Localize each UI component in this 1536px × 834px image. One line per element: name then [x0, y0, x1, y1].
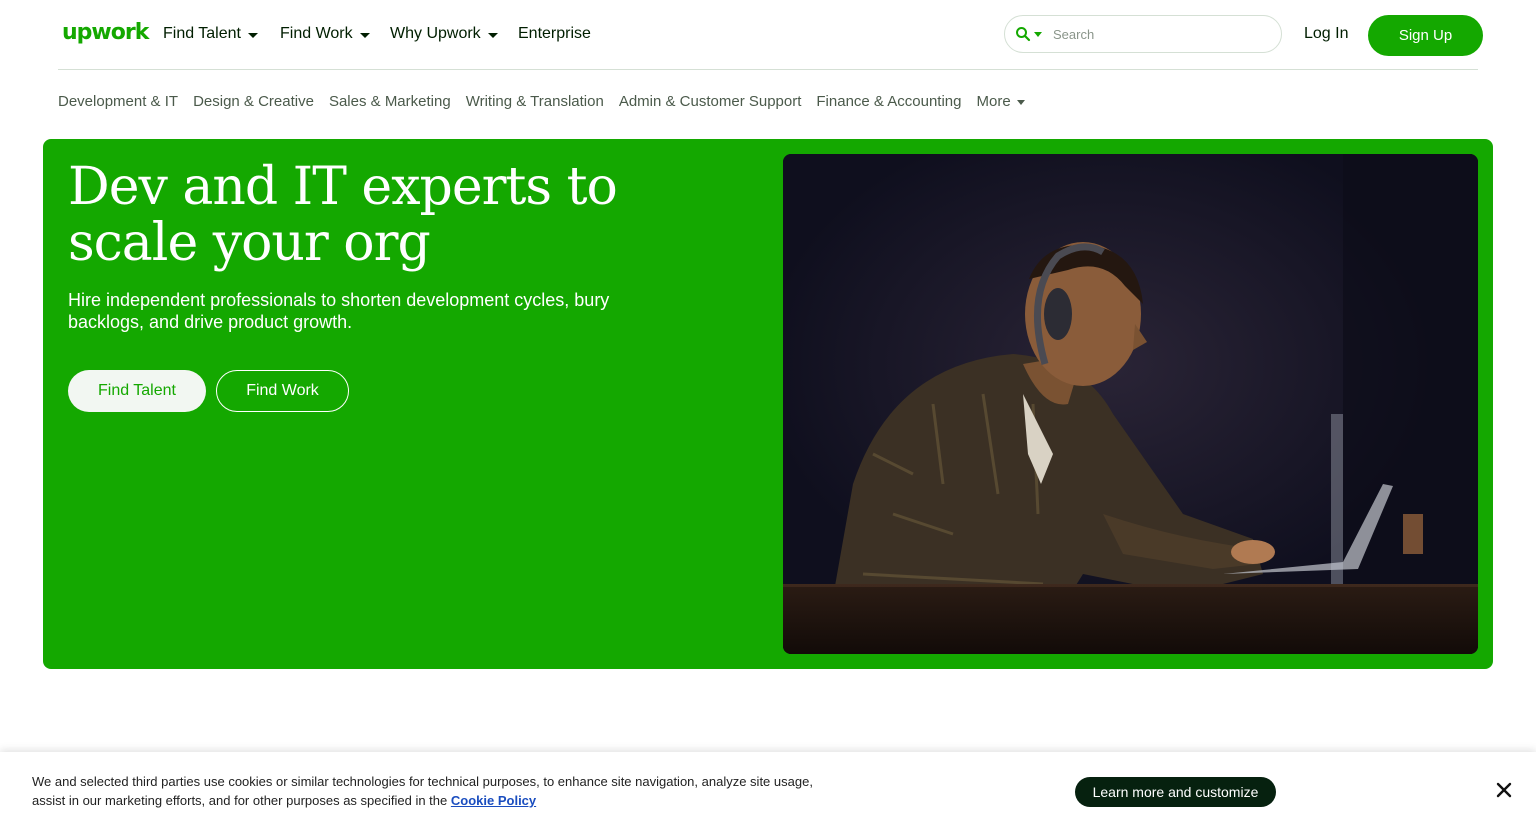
- hero-subtitle: Hire independent professionals to shorte…: [68, 290, 610, 332]
- category-design-creative[interactable]: Design & Creative: [193, 93, 314, 110]
- hero-section: Dev and IT experts to scale your org Hir…: [43, 139, 1493, 669]
- cookie-message: We and selected third parties use cookie…: [32, 772, 832, 810]
- nav-enterprise[interactable]: Enterprise: [518, 25, 591, 43]
- search-type-chevron-icon[interactable]: [1034, 31, 1042, 37]
- category-admin-customer-support[interactable]: Admin & Customer Support: [619, 93, 802, 110]
- category-nav: Development & IT Design & Creative Sales…: [58, 93, 1025, 110]
- login-link[interactable]: Log In: [1304, 25, 1348, 43]
- learn-more-button[interactable]: Learn more and customize: [1075, 777, 1276, 807]
- chevron-down-icon: [247, 32, 258, 38]
- chevron-down-icon: [359, 32, 370, 38]
- category-writing-translation[interactable]: Writing & Translation: [466, 93, 604, 110]
- find-talent-button[interactable]: Find Talent: [68, 370, 206, 412]
- find-work-button[interactable]: Find Work: [216, 370, 349, 412]
- nav-find-talent-label: Find Talent: [163, 25, 241, 42]
- chevron-down-icon: [1016, 100, 1025, 105]
- developer-at-laptop-illustration: [783, 154, 1478, 654]
- category-finance-accounting[interactable]: Finance & Accounting: [816, 93, 961, 110]
- nav-enterprise-label: Enterprise: [518, 25, 591, 42]
- category-development-it[interactable]: Development & IT: [58, 93, 178, 110]
- chevron-down-icon: [487, 32, 498, 38]
- close-icon[interactable]: [1494, 780, 1514, 800]
- cookie-text: We and selected third parties use cookie…: [32, 774, 813, 808]
- top-navigation: upwork Find Talent Find Work Why Upwork …: [0, 0, 1536, 69]
- category-more-label: More: [976, 93, 1011, 110]
- cookie-policy-link[interactable]: Cookie Policy: [451, 793, 536, 808]
- signup-button[interactable]: Sign Up: [1368, 15, 1483, 56]
- nav-find-work-label: Find Work: [280, 25, 353, 42]
- category-more[interactable]: More: [976, 93, 1025, 110]
- search-box[interactable]: [1004, 15, 1282, 53]
- header-divider: [58, 69, 1478, 70]
- search-icon[interactable]: [1015, 26, 1031, 42]
- upwork-logo[interactable]: upwork: [62, 20, 149, 45]
- hero-image: [783, 154, 1478, 654]
- cookie-banner: We and selected third parties use cookie…: [0, 752, 1536, 834]
- hero-title: Dev and IT experts to scale your org: [68, 157, 618, 273]
- search-input[interactable]: [1051, 25, 1255, 43]
- nav-why-upwork[interactable]: Why Upwork: [390, 25, 498, 43]
- nav-find-work[interactable]: Find Work: [280, 25, 370, 43]
- nav-why-upwork-label: Why Upwork: [390, 25, 481, 42]
- nav-find-talent[interactable]: Find Talent: [163, 25, 258, 43]
- category-sales-marketing[interactable]: Sales & Marketing: [329, 93, 451, 110]
